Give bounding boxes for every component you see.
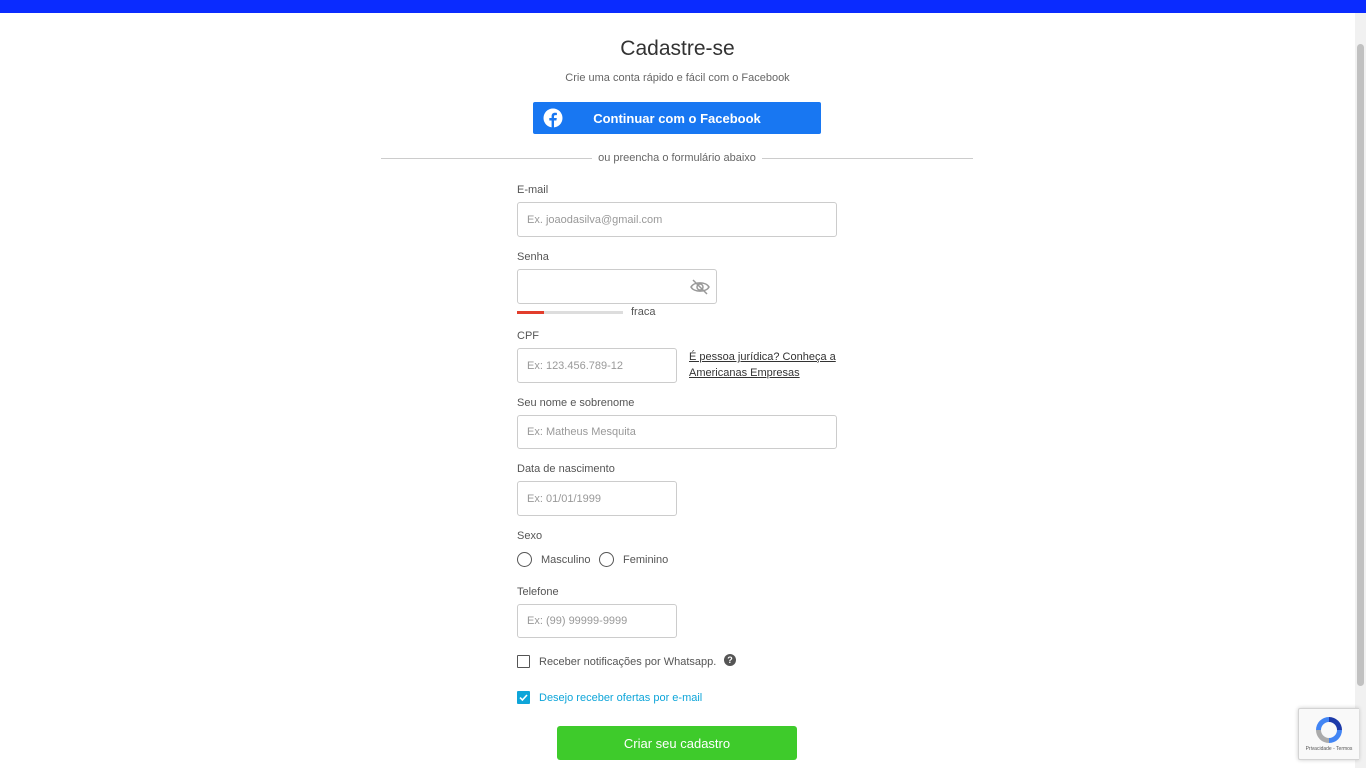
password-strength-fill — [517, 311, 544, 314]
recaptcha-icon — [1316, 717, 1342, 743]
page-scrollbar[interactable] — [1355, 13, 1366, 768]
whatsapp-checkbox[interactable] — [517, 655, 530, 668]
eye-slash-icon[interactable] — [689, 278, 711, 296]
birthdate-input[interactable] — [517, 481, 677, 516]
gender-female-label[interactable]: Feminino — [623, 554, 668, 566]
name-input[interactable] — [517, 415, 837, 449]
cpf-label: CPF — [517, 330, 539, 342]
name-label: Seu nome e sobrenome — [517, 397, 635, 409]
scrollbar-thumb[interactable] — [1357, 44, 1364, 686]
recaptcha-badge[interactable]: Privacidade - Termos — [1298, 708, 1359, 760]
facebook-login-button[interactable]: Continuar com o Facebook — [533, 102, 821, 134]
gender-label: Sexo — [517, 530, 543, 542]
recaptcha-terms-text: Privacidade - Termos — [1305, 746, 1353, 752]
gender-radio-male[interactable] — [517, 552, 532, 567]
email-offers-label[interactable]: Desejo receber ofertas por e-mail — [539, 692, 702, 704]
password-label: Senha — [517, 251, 549, 263]
password-strength-bar — [517, 311, 623, 314]
page-subtitle: Crie uma conta rápido e fácil com o Face… — [565, 72, 790, 84]
checkmark-icon — [519, 694, 528, 702]
email-label: E-mail — [517, 184, 549, 196]
top-brand-bar — [0, 0, 1366, 13]
email-offers-checkbox[interactable] — [517, 691, 530, 704]
whatsapp-label[interactable]: Receber notificações por Whatsapp. — [539, 656, 716, 668]
create-account-button[interactable]: Criar seu cadastro — [557, 726, 797, 760]
phone-input[interactable] — [517, 604, 677, 638]
password-strength-label: fraca — [631, 306, 656, 318]
divider-text: ou preencha o formulário abaixo — [592, 152, 762, 164]
gender-radio-female[interactable] — [599, 552, 614, 567]
form-divider: ou preencha o formulário abaixo — [381, 152, 973, 164]
cpf-input[interactable] — [517, 348, 677, 383]
page-title: Cadastre-se — [620, 37, 735, 60]
business-account-link[interactable]: É pessoa jurídica? Conheça a Americanas … — [689, 349, 839, 381]
help-icon[interactable]: ? — [724, 654, 736, 666]
phone-label: Telefone — [517, 586, 559, 598]
facebook-button-label: Continuar com o Facebook — [593, 110, 761, 126]
gender-male-label[interactable]: Masculino — [541, 554, 591, 566]
facebook-icon — [543, 108, 563, 128]
birthdate-label: Data de nascimento — [517, 463, 615, 475]
create-account-label: Criar seu cadastro — [623, 735, 731, 751]
email-input[interactable] — [517, 202, 837, 237]
password-input[interactable] — [517, 269, 717, 304]
